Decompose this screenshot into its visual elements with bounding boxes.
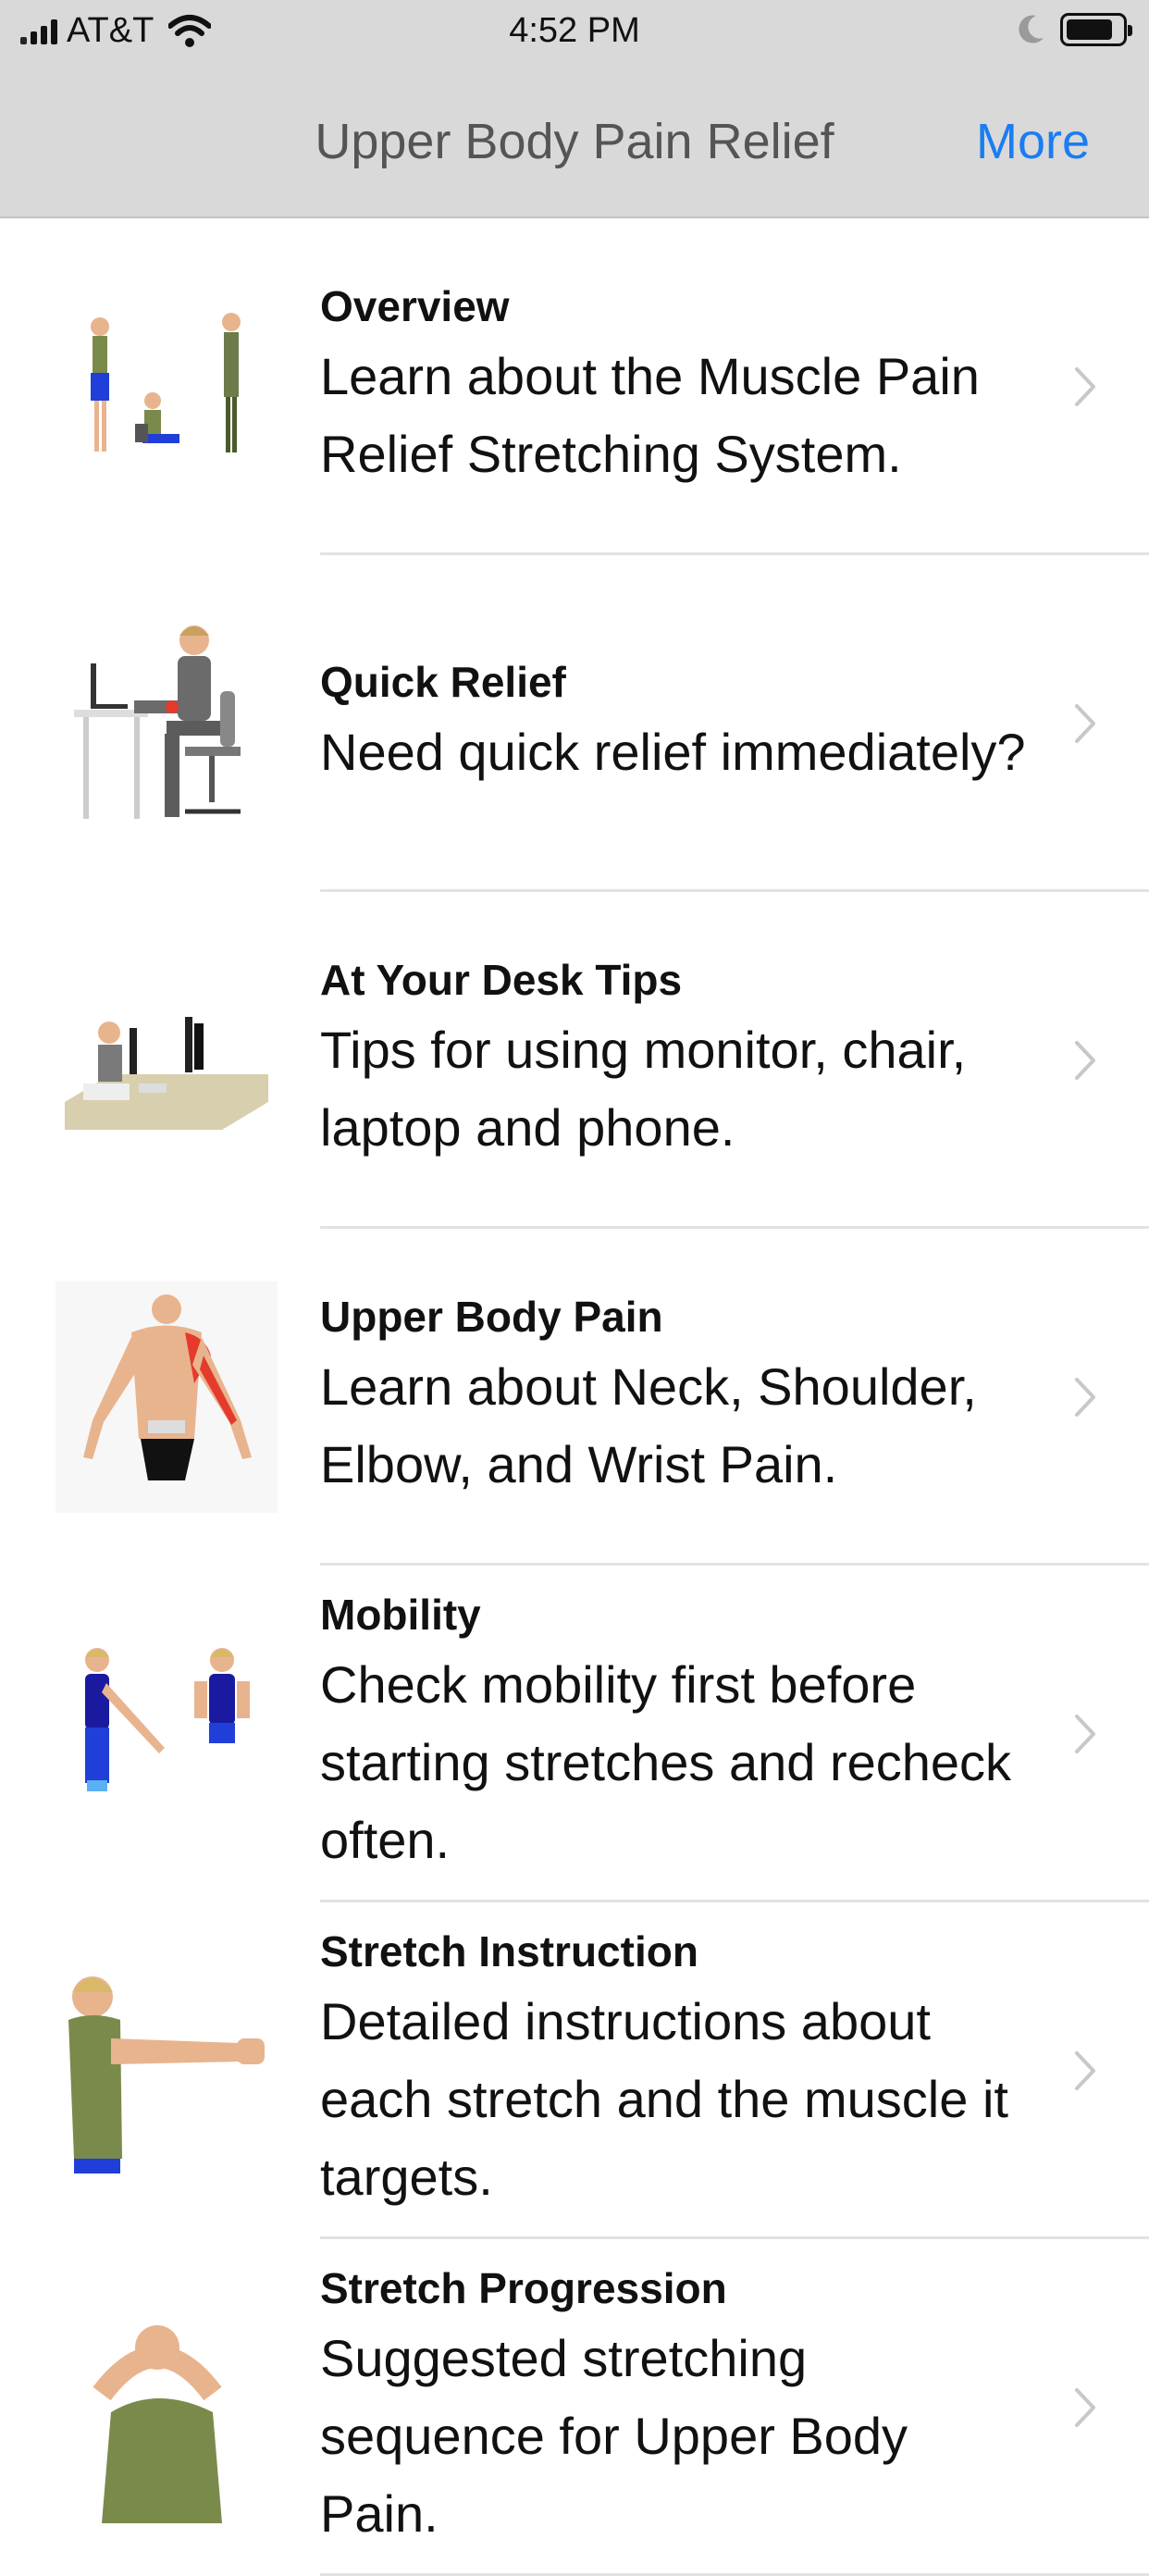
row-title: Overview xyxy=(320,282,510,330)
row-description: Learn about Neck, Shoulder, Elbow, and W… xyxy=(320,1357,977,1493)
more-button[interactable]: More xyxy=(976,113,1090,170)
row-text: Quick Relief Need quick relief immediatel… xyxy=(320,656,1029,791)
row-title: Upper Body Pain xyxy=(320,1293,663,1341)
desk-workstation-illustration xyxy=(56,945,278,1176)
list-row-stretch-progression[interactable]: Stretch Progression Suggested stretching … xyxy=(0,2239,1149,2576)
chevron-right-icon xyxy=(1075,704,1095,743)
chevron-right-icon xyxy=(1075,2388,1095,2427)
menu-list: Overview Learn about the Muscle Pain Reli… xyxy=(0,218,1149,2576)
row-title: Quick Relief xyxy=(320,658,566,706)
row-text: Mobility Check mobility first before star… xyxy=(320,1589,1029,1879)
do-not-disturb-moon-icon xyxy=(1019,15,1044,43)
row-description: Learn about the Muscle Pain Relief Stret… xyxy=(320,347,980,483)
row-text: Stretch Instruction Detailed instructions… xyxy=(320,1926,1029,2216)
chevron-right-icon xyxy=(1075,1715,1095,1753)
chevron-right-icon xyxy=(1075,1041,1095,1080)
battery-icon xyxy=(1060,13,1132,46)
list-row-quick-relief[interactable]: Quick Relief Need quick relief immediatel… xyxy=(0,555,1149,892)
row-text: Upper Body Pain Learn about Neck, Shoulde… xyxy=(320,1291,1029,1504)
list-row-stretch-instruction[interactable]: Stretch Instruction Detailed instructions… xyxy=(0,1902,1149,2239)
chevron-right-icon xyxy=(1075,2051,1095,2090)
list-row-upper-body-pain[interactable]: Upper Body Pain Learn about Neck, Shoulde… xyxy=(0,1229,1149,1566)
row-title: At Your Desk Tips xyxy=(320,956,683,1004)
row-text: Overview Learn about the Muscle Pain Reli… xyxy=(320,280,1029,493)
row-description: Detailed instructions about each stretch… xyxy=(320,1992,1008,2206)
status-bar: AT&T 4:52 PM xyxy=(0,0,1149,67)
top-bar: AT&T 4:52 PM Upper Body Pain Relief More xyxy=(0,0,1149,218)
chevron-right-icon xyxy=(1075,367,1095,406)
mobility-figures-illustration xyxy=(56,1618,278,1850)
row-description: Tips for using monitor, chair, laptop an… xyxy=(320,1021,967,1157)
battery-fill xyxy=(1067,19,1112,40)
row-description: Check mobility first before starting str… xyxy=(320,1655,1012,1869)
row-description: Need quick relief immediately? xyxy=(320,723,1026,781)
status-time: 4:52 PM xyxy=(509,11,640,50)
list-row-mobility[interactable]: Mobility Check mobility first before star… xyxy=(0,1566,1149,1902)
neck-stretch-illustration xyxy=(56,2292,278,2523)
status-right xyxy=(1018,13,1132,46)
row-text: Stretch Progression Suggested stretching … xyxy=(320,2262,1029,2553)
upper-back-anatomy-illustration xyxy=(56,1282,278,1513)
list-row-overview[interactable]: Overview Learn about the Muscle Pain Reli… xyxy=(0,218,1149,555)
row-title: Stretch Progression xyxy=(320,2264,727,2312)
person-at-desk-illustration xyxy=(56,608,278,839)
navigation-bar: Upper Body Pain Relief More xyxy=(0,93,1149,194)
chevron-right-icon xyxy=(1075,1378,1095,1417)
overview-figures-illustration xyxy=(56,271,278,502)
arm-stretch-illustration xyxy=(56,1955,278,2186)
list-row-at-your-desk-tips[interactable]: At Your Desk Tips Tips for using monitor,… xyxy=(0,892,1149,1229)
row-description: Suggested stretching sequence for Upper … xyxy=(320,2329,908,2543)
row-title: Stretch Instruction xyxy=(320,1927,698,1975)
row-title: Mobility xyxy=(320,1591,481,1639)
row-text: At Your Desk Tips Tips for using monitor,… xyxy=(320,954,1029,1167)
